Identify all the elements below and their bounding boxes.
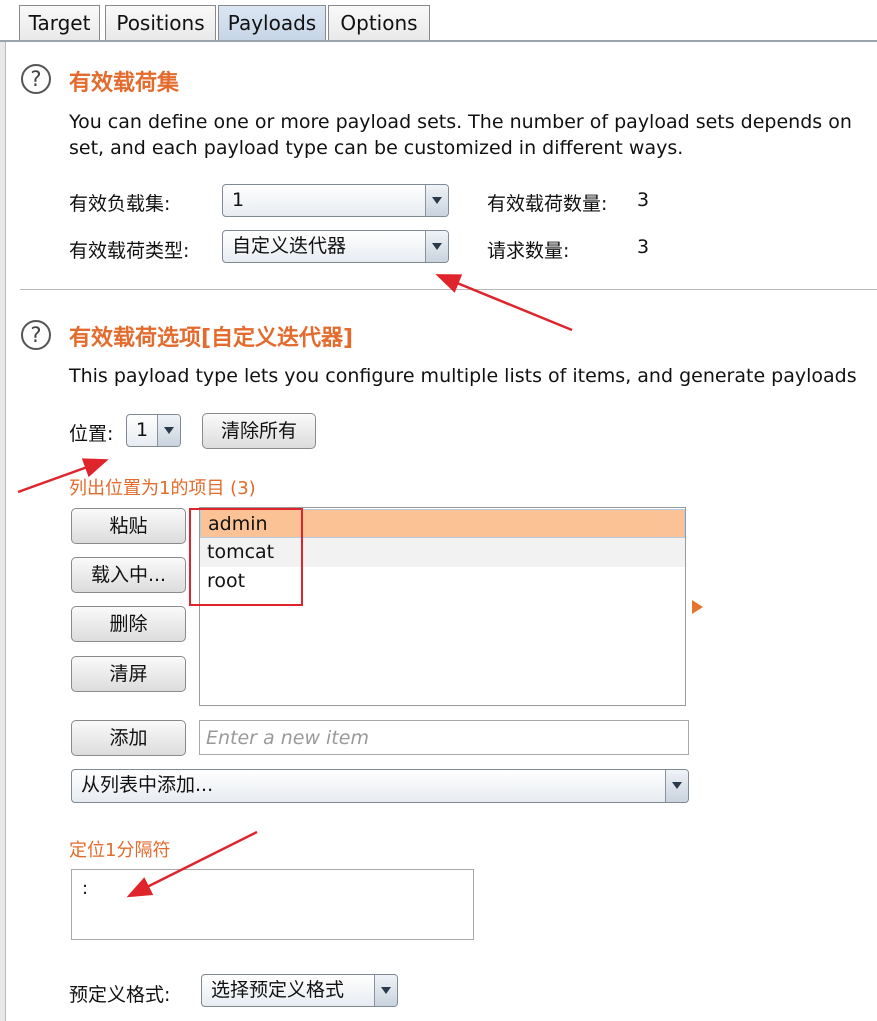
add-from-list-value: 从列表中添加... (81, 774, 214, 796)
payload-type-label: 有效载荷类型: (69, 240, 190, 262)
predefined-format-select[interactable]: 选择预定义格式 (201, 974, 398, 1007)
tab-target[interactable]: Target (19, 5, 100, 40)
clear-button[interactable]: 清屏 (71, 656, 186, 692)
payload-set-label: 有效负载集: (69, 193, 171, 215)
remove-button[interactable]: 删除 (71, 606, 186, 642)
add-button[interactable]: 添加 (71, 720, 186, 756)
request-count-label: 请求数量: (487, 240, 570, 262)
payload-set-select[interactable]: 1 (222, 184, 449, 217)
separator-caption: 定位1分隔符 (69, 840, 171, 861)
clear-all-button[interactable]: 清除所有 (202, 413, 316, 449)
expand-arrow-icon[interactable] (692, 600, 703, 614)
predefined-format-value: 选择预定义格式 (211, 979, 345, 1001)
payload-sets-description-2: set, and each payload type can be custom… (69, 137, 684, 159)
request-count-value: 3 (637, 236, 650, 258)
chevron-down-icon[interactable] (665, 770, 688, 802)
payload-type-select[interactable]: 自定义迭代器 (222, 230, 449, 263)
tab-payloads[interactable]: Payloads (218, 5, 326, 42)
section-divider (20, 289, 877, 290)
chevron-down-icon[interactable] (425, 231, 448, 262)
chevron-down-icon[interactable] (374, 975, 397, 1006)
tab-positions[interactable]: Positions (105, 5, 216, 40)
load-button[interactable]: 载入中... (71, 557, 186, 593)
payload-sets-description-1: You can define one or more payload sets.… (69, 111, 852, 133)
list-caption: 列出位置为1的项目 (3) (69, 478, 256, 499)
position-value: 1 (136, 419, 149, 441)
separator-field[interactable]: : (71, 869, 474, 940)
question-circle-icon[interactable]: ? (21, 64, 51, 94)
chevron-down-icon[interactable] (425, 185, 448, 216)
tab-options[interactable]: Options (328, 5, 430, 40)
payload-options-description: This payload type lets you configure mul… (69, 365, 857, 387)
payload-count-label: 有效载荷数量: (487, 193, 608, 215)
paste-button[interactable]: 粘贴 (71, 508, 186, 544)
new-item-input[interactable] (199, 720, 689, 755)
position-select[interactable]: 1 (126, 414, 181, 447)
predefined-format-label: 预定义格式: (69, 984, 171, 1006)
payload-set-value: 1 (232, 189, 245, 211)
chevron-down-icon[interactable] (157, 415, 180, 446)
payload-count-value: 3 (637, 189, 650, 211)
add-from-list-select[interactable]: 从列表中添加... (71, 769, 689, 803)
payload-options-title: 有效载荷选项[自定义迭代器] (69, 326, 354, 351)
annotation-box (189, 508, 303, 606)
position-label: 位置: (69, 423, 114, 445)
payload-sets-title: 有效载荷集 (69, 71, 180, 96)
question-circle-icon[interactable]: ? (21, 320, 51, 350)
tab-bar: Target Positions Payloads Options (0, 0, 877, 42)
payload-type-value: 自定义迭代器 (232, 235, 347, 257)
